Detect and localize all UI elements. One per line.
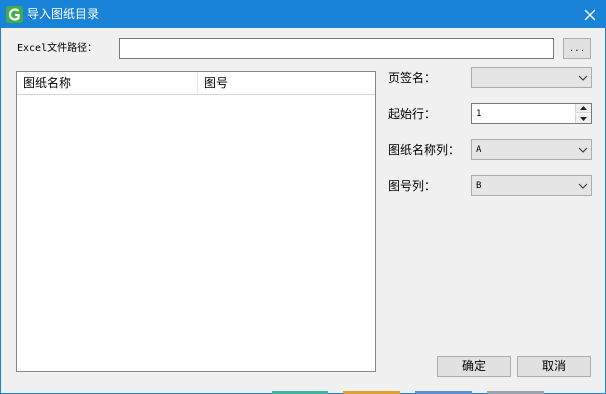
window-title: 导入图纸目录 [27, 7, 100, 21]
start-row-spinner[interactable] [471, 103, 592, 124]
spin-up-button[interactable] [575, 104, 591, 113]
sheet-name-label: 页签名： [388, 71, 437, 85]
title-bar: 导入图纸目录 [1, 1, 605, 28]
browse-button[interactable]: ... [563, 38, 591, 59]
drawing-name-column-select[interactable]: A [471, 139, 592, 160]
drawing-number-column-value: B [476, 181, 482, 191]
excel-path-input[interactable] [119, 38, 554, 59]
ok-button[interactable]: 确定 [437, 356, 511, 377]
column-header-drawing-number[interactable]: 图号 [198, 72, 375, 94]
drawing-list[interactable]: 图纸名称 图号 [16, 71, 376, 372]
close-icon [584, 9, 596, 20]
excel-path-label: Excel文件路径： [17, 43, 98, 54]
cancel-button[interactable]: 取消 [517, 356, 591, 377]
spin-down-icon [580, 116, 587, 121]
spin-down-button[interactable] [575, 114, 591, 123]
spin-up-icon [580, 106, 587, 110]
chevron-down-icon [578, 147, 588, 153]
drawing-number-column-label: 图号列： [388, 179, 437, 193]
sheet-name-select[interactable] [471, 67, 592, 88]
start-row-input[interactable] [472, 104, 576, 123]
close-button[interactable] [575, 1, 605, 28]
drawing-name-column-value: A [476, 145, 482, 155]
import-drawing-catalog-dialog: 导入图纸目录 Excel文件路径： ... 图纸名称 图号 页签名： 起始行： … [0, 0, 606, 394]
chevron-down-icon [578, 75, 588, 81]
start-row-label: 起始行： [388, 107, 437, 121]
chevron-down-icon [578, 183, 588, 189]
app-logo-icon [6, 6, 23, 23]
drawing-number-column-select[interactable]: B [471, 175, 592, 196]
drawing-name-column-label: 图纸名称列： [388, 143, 461, 157]
column-header-drawing-name[interactable]: 图纸名称 [17, 72, 198, 94]
list-header: 图纸名称 图号 [17, 72, 375, 95]
